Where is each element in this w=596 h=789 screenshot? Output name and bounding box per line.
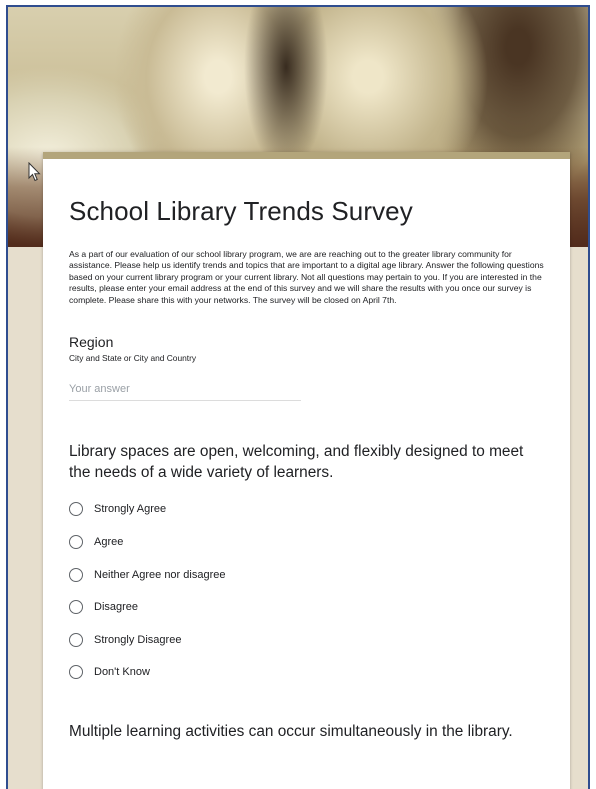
question-title: Region: [69, 334, 114, 351]
option-label: Agree: [94, 535, 124, 548]
question-region: Region City and State or City and Countr…: [69, 334, 544, 402]
question-library-spaces: Library spaces are open, welcoming, and …: [69, 441, 544, 689]
option-strongly-agree[interactable]: Strongly Agree: [69, 493, 544, 526]
radio-unchecked-icon[interactable]: [69, 665, 83, 680]
option-agree[interactable]: Agree: [69, 526, 544, 559]
option-neither[interactable]: Neither Agree nor disagree: [69, 558, 544, 591]
mouse-pointer-icon: [28, 162, 41, 182]
form-card: School Library Trends Survey As a part o…: [43, 152, 570, 789]
option-disagree[interactable]: Disagree: [69, 591, 544, 624]
radio-unchecked-icon[interactable]: [69, 502, 83, 517]
radio-unchecked-icon[interactable]: [69, 632, 83, 647]
option-dont-know[interactable]: Don't Know: [69, 656, 544, 689]
option-strongly-disagree[interactable]: Strongly Disagree: [69, 623, 544, 656]
option-label: Strongly Disagree: [94, 633, 182, 646]
radio-unchecked-icon[interactable]: [69, 534, 83, 549]
radio-unchecked-icon[interactable]: [69, 600, 83, 615]
form-description: As a part of our evaluation of our schoo…: [69, 249, 544, 305]
question-title: Library spaces are open, welcoming, and …: [69, 443, 524, 482]
browser-frame: School Library Trends Survey As a part o…: [6, 5, 590, 789]
option-label: Neither Agree nor disagree: [94, 568, 226, 581]
radio-options: Strongly Agree Agree Neither Agree nor d…: [69, 493, 544, 689]
option-label: Disagree: [94, 601, 139, 614]
question-help-text: City and State or City and Country: [69, 353, 197, 364]
radio-unchecked-icon[interactable]: [69, 567, 83, 582]
option-label: Don't Know: [94, 666, 150, 679]
question-multiple-activities: Multiple learning activities can occur s…: [69, 721, 544, 742]
form-title: School Library Trends Survey: [69, 196, 413, 226]
option-label: Strongly Agree: [94, 503, 167, 516]
question-title: Multiple learning activities can occur s…: [69, 722, 513, 740]
region-answer-input[interactable]: [69, 379, 301, 402]
